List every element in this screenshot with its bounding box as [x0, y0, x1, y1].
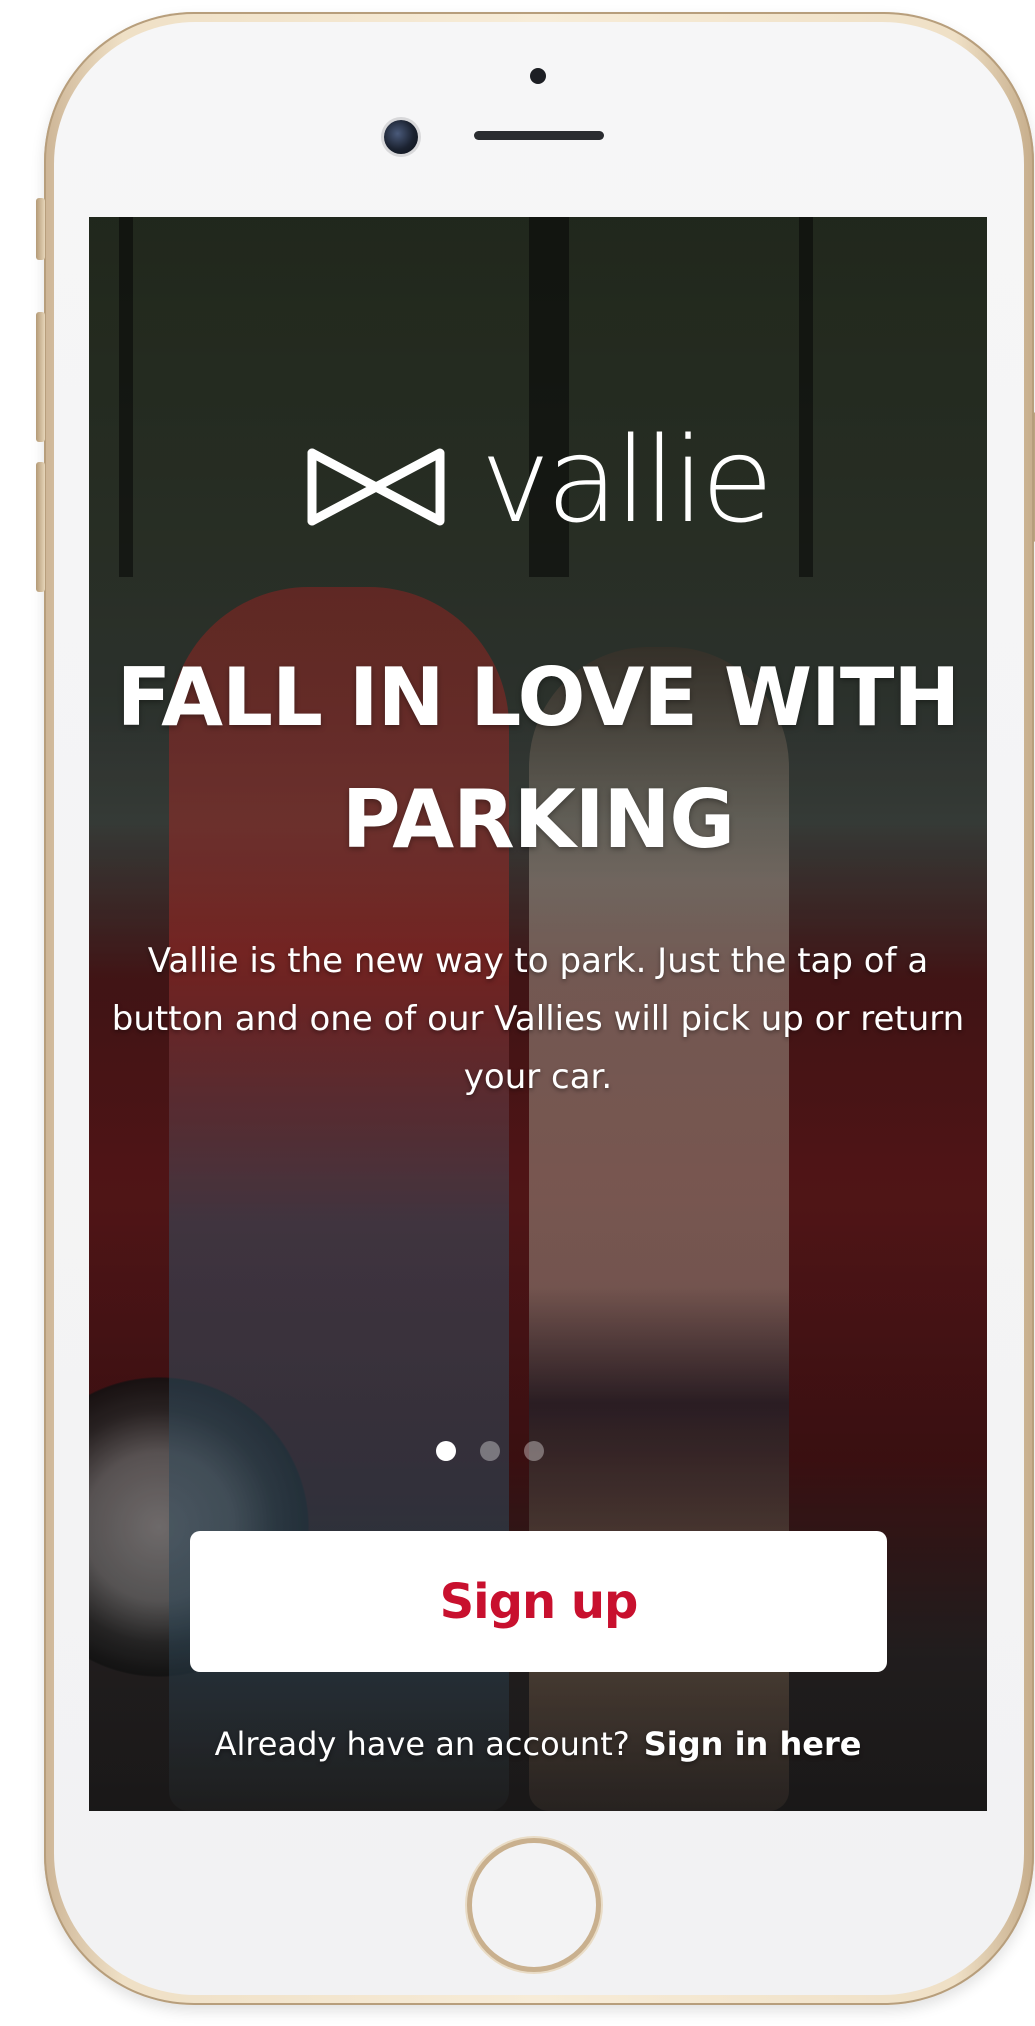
page-dot-2[interactable] [480, 1441, 500, 1461]
volume-up-button [36, 312, 45, 442]
front-camera-icon [384, 120, 418, 154]
bowtie-icon [306, 447, 446, 527]
page-indicator[interactable] [89, 1441, 939, 1461]
signin-prompt: Already have an account? [214, 1725, 630, 1763]
app-screen: vallie FALL IN LOVE WITH PARKING Vallie … [89, 217, 987, 1811]
onboarding-description: Vallie is the new way to park. Just the … [111, 941, 965, 1097]
page-dot-1[interactable] [436, 1441, 456, 1461]
signup-button[interactable]: Sign up [190, 1531, 887, 1672]
volume-down-button [36, 462, 45, 592]
silent-switch [36, 198, 45, 260]
home-button[interactable] [472, 1843, 596, 1967]
earpiece-speaker [474, 131, 604, 140]
page-dot-3[interactable] [524, 1441, 544, 1461]
signin-link[interactable]: Sign in here [644, 1725, 862, 1763]
brand-wordmark: vallie [480, 411, 773, 549]
proximity-sensor [530, 68, 546, 84]
onboarding-headline: FALL IN LOVE WITH PARKING [116, 651, 961, 866]
brand-logo: vallie [89, 421, 987, 542]
signin-row: Already have an account? Sign in here [89, 1725, 987, 1763]
